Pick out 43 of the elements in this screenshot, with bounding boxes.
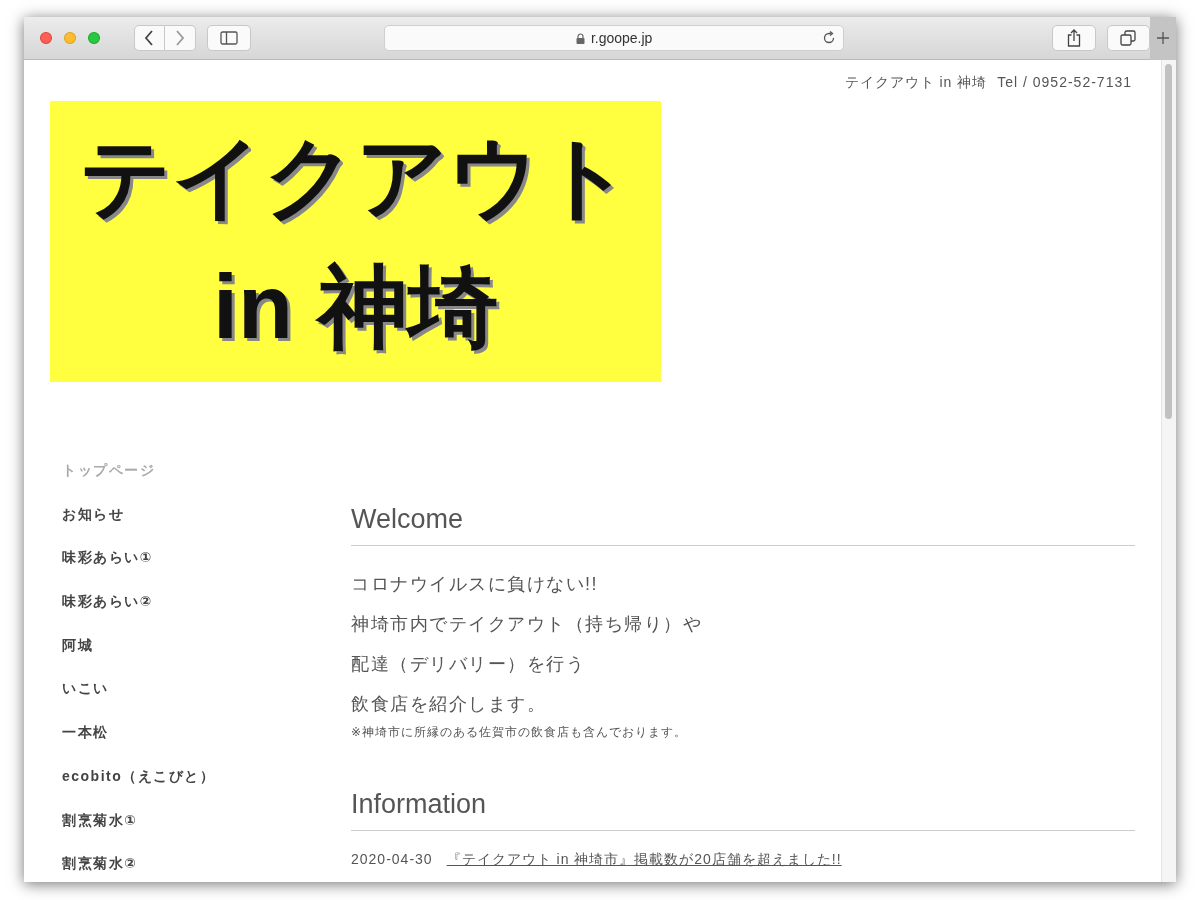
banner-text: in 神埼 — [213, 255, 498, 359]
tabs-icon — [1120, 30, 1137, 46]
scrollbar[interactable] — [1161, 60, 1176, 882]
section-heading: Welcome — [351, 504, 1135, 546]
sidebar-button[interactable] — [206, 25, 252, 51]
nav-link[interactable]: 割烹菊水① — [62, 811, 351, 856]
url-text: r.goope.jp — [590, 30, 653, 46]
site-banner[interactable]: テイクアウト in 神埼 — [50, 101, 661, 382]
phone-number: Tel / 0952-52-7131 — [997, 74, 1132, 87]
nav-link[interactable]: お知らせ — [62, 505, 351, 550]
nav-link[interactable]: いこい — [62, 680, 351, 725]
zoom-icon[interactable] — [87, 32, 100, 44]
nav-link[interactable]: 味彩あらい① — [62, 549, 351, 594]
section-heading: Information — [351, 789, 1135, 831]
nav-link[interactable]: 阿城 — [62, 636, 351, 681]
footnote-text: ※神埼市に所縁のある佐賀市の飲食店も含んでおります。 — [351, 724, 689, 741]
scrollbar-thumb[interactable] — [1165, 64, 1172, 419]
sidebar-icon — [220, 31, 238, 45]
address-bar[interactable]: r.goope.jp — [384, 25, 844, 51]
forward-icon — [174, 30, 185, 46]
nav-link[interactable]: 味彩あらい② — [62, 593, 351, 637]
close-icon[interactable] — [40, 32, 52, 44]
back-icon — [144, 30, 155, 46]
intro-text: 飲食店を紹介します。 — [351, 693, 547, 716]
reload-icon[interactable] — [821, 31, 836, 45]
banner-text: テイクアウト — [79, 125, 632, 229]
site-name: テイクアウト in 神埼 — [844, 74, 988, 87]
share-icon — [1066, 29, 1081, 47]
tabs-button[interactable] — [1106, 25, 1151, 51]
share-button[interactable] — [1051, 25, 1096, 51]
new-tab-button[interactable] — [1150, 17, 1176, 60]
plus-icon — [1157, 32, 1170, 44]
intro-text: 配達（デリバリー）を行う — [351, 653, 586, 676]
intro-text: 神埼市内でテイクアウト（持ち帰り）や — [351, 613, 703, 636]
nav-link[interactable]: ecobito（えこびと） — [62, 767, 351, 812]
lock-icon — [575, 32, 585, 44]
back-button[interactable] — [133, 25, 165, 51]
intro-text: コロナウイルスに負けない!! — [351, 573, 599, 596]
nav-link[interactable]: 一本松 — [62, 724, 351, 768]
news-date: 2020-04-30 — [351, 851, 433, 869]
minimize-icon[interactable] — [63, 32, 76, 44]
nav-link[interactable]: 割烹菊水② — [62, 855, 351, 882]
news-link[interactable]: 『テイクアウト in 神埼市』掲載数が20店舗を超えました!! — [446, 851, 842, 869]
